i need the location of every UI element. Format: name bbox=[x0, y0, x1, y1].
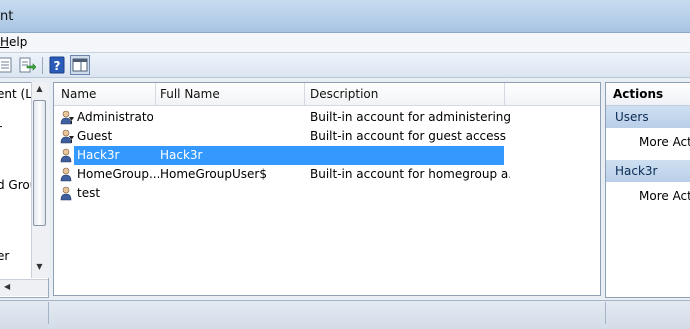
column-header-name[interactable]: Name bbox=[61, 87, 96, 101]
table-row[interactable]: HomeGroup... HomeGroupUser$ Built-in acc… bbox=[54, 165, 600, 184]
column-divider[interactable] bbox=[155, 83, 156, 105]
users-list: Name Full Name Description Administrator… bbox=[53, 82, 601, 296]
cell-name: Hack3r bbox=[77, 148, 120, 162]
status-bar bbox=[0, 300, 690, 329]
window-title: nt bbox=[0, 9, 14, 24]
svg-text:?: ? bbox=[54, 59, 61, 73]
table-row[interactable]: test bbox=[54, 184, 600, 203]
menu-bar: Help bbox=[0, 33, 690, 53]
scroll-up-arrow-icon[interactable]: ▲ bbox=[31, 84, 48, 98]
actions-pane: Actions Users More Acti Hack3r More Acti bbox=[605, 82, 690, 298]
actions-section-selected-user[interactable]: Hack3r bbox=[606, 160, 690, 182]
actions-section-label: Users bbox=[615, 110, 649, 124]
cell-description: Built-in account for homegroup a... bbox=[310, 167, 510, 181]
status-divider bbox=[605, 302, 606, 324]
user-icon bbox=[59, 186, 75, 201]
show-action-pane-icon[interactable] bbox=[70, 55, 90, 75]
status-divider bbox=[48, 302, 49, 324]
actions-header: Actions bbox=[606, 83, 690, 106]
cell-name: Administrator bbox=[77, 110, 153, 124]
column-divider[interactable] bbox=[504, 83, 505, 105]
export-list-icon[interactable] bbox=[18, 56, 37, 74]
guest-user-icon bbox=[59, 129, 75, 144]
tree-scroll-thumb[interactable] bbox=[33, 100, 46, 226]
actions-section-label: Hack3r bbox=[615, 164, 658, 178]
menu-help-label: elp bbox=[9, 35, 28, 49]
user-icon bbox=[59, 167, 75, 182]
table-row[interactable]: Guest Built-in account for guest access … bbox=[54, 127, 600, 146]
toolbar-separator bbox=[42, 57, 43, 74]
cell-description: Built-in account for administering... bbox=[310, 110, 510, 124]
column-divider[interactable] bbox=[304, 83, 305, 105]
title-bar: nt bbox=[0, 0, 690, 33]
user-icon bbox=[59, 148, 75, 163]
actions-title: Actions bbox=[613, 87, 664, 101]
more-actions-link[interactable]: More Acti bbox=[639, 135, 690, 149]
menu-help[interactable]: Help bbox=[0, 35, 27, 49]
cell-full-name: HomeGroupUser$ bbox=[160, 167, 267, 181]
table-row[interactable]: Administrator Built-in account for admin… bbox=[54, 108, 600, 127]
cell-full-name: Hack3r bbox=[160, 148, 203, 162]
table-row-selected[interactable]: Hack3r Hack3r bbox=[54, 146, 504, 165]
tree-item[interactable]: er bbox=[0, 249, 9, 263]
cell-name: HomeGroup... bbox=[77, 167, 159, 181]
help-icon[interactable]: ? bbox=[48, 56, 66, 74]
menu-help-accel: H bbox=[0, 35, 10, 49]
properties-icon[interactable] bbox=[0, 56, 14, 74]
tree-item[interactable]: r bbox=[0, 122, 2, 136]
column-header-full-name[interactable]: Full Name bbox=[160, 87, 220, 101]
cell-name: Guest bbox=[77, 129, 113, 143]
admin-user-icon bbox=[59, 110, 75, 125]
scroll-left-arrow-icon[interactable]: ◀ bbox=[4, 282, 10, 291]
actions-section-users[interactable]: Users bbox=[606, 106, 690, 128]
toolbar: ? bbox=[0, 53, 690, 78]
list-header: Name Full Name Description bbox=[54, 83, 600, 106]
cell-description: Built-in account for guest access t... bbox=[310, 129, 510, 143]
more-actions-link[interactable]: More Acti bbox=[639, 189, 690, 203]
column-header-description[interactable]: Description bbox=[310, 87, 378, 101]
cell-name: test bbox=[77, 186, 101, 200]
scroll-down-arrow-icon[interactable]: ▼ bbox=[31, 262, 48, 276]
